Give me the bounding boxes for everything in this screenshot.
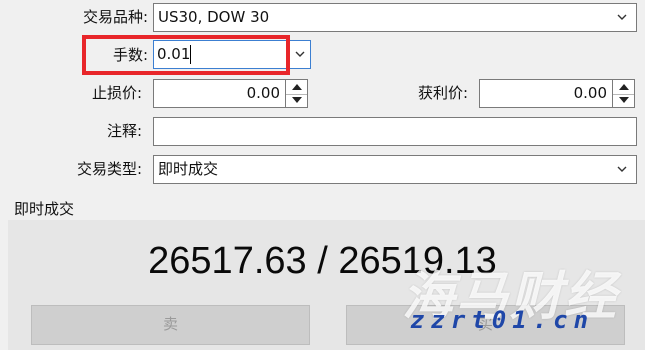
chevron-down-icon — [617, 14, 627, 20]
chevron-down-icon[interactable] — [294, 48, 306, 60]
take-profit-label: 获利价: — [417, 84, 468, 102]
stop-loss-value: 0.00 — [246, 84, 280, 102]
symbol-value: US30, DOW 30 — [158, 8, 270, 26]
chevron-down-icon — [617, 166, 627, 172]
arrow-down-icon — [292, 97, 302, 103]
arrow-down-icon — [619, 97, 629, 103]
symbol-select[interactable]: US30, DOW 30 — [153, 3, 637, 32]
arrow-up-icon — [292, 84, 302, 90]
sell-button[interactable]: 卖 — [31, 305, 310, 345]
take-profit-value: 0.00 — [573, 84, 607, 102]
spin-down-button[interactable] — [286, 93, 307, 107]
watermark-url: zzrt01.cn — [410, 306, 595, 334]
order-type-select[interactable]: 即时成交 — [153, 155, 637, 184]
arrow-up-icon — [619, 84, 629, 90]
stop-loss-input[interactable]: 0.00 — [153, 79, 286, 108]
spin-down-button[interactable] — [613, 93, 634, 107]
take-profit-input[interactable]: 0.00 — [479, 79, 613, 108]
group-title: 即时成交 — [14, 200, 75, 218]
stop-loss-label: 止损价: — [91, 84, 142, 102]
stop-loss-spinner[interactable] — [286, 79, 308, 108]
order-type-label: 交易类型: — [76, 160, 142, 178]
take-profit-spinner[interactable] — [613, 79, 635, 108]
comment-label: 注释: — [106, 122, 142, 140]
order-type-value: 即时成交 — [158, 160, 219, 178]
symbol-label: 交易品种: — [82, 8, 148, 26]
highlight-box — [82, 35, 290, 75]
comment-input[interactable] — [153, 117, 637, 146]
